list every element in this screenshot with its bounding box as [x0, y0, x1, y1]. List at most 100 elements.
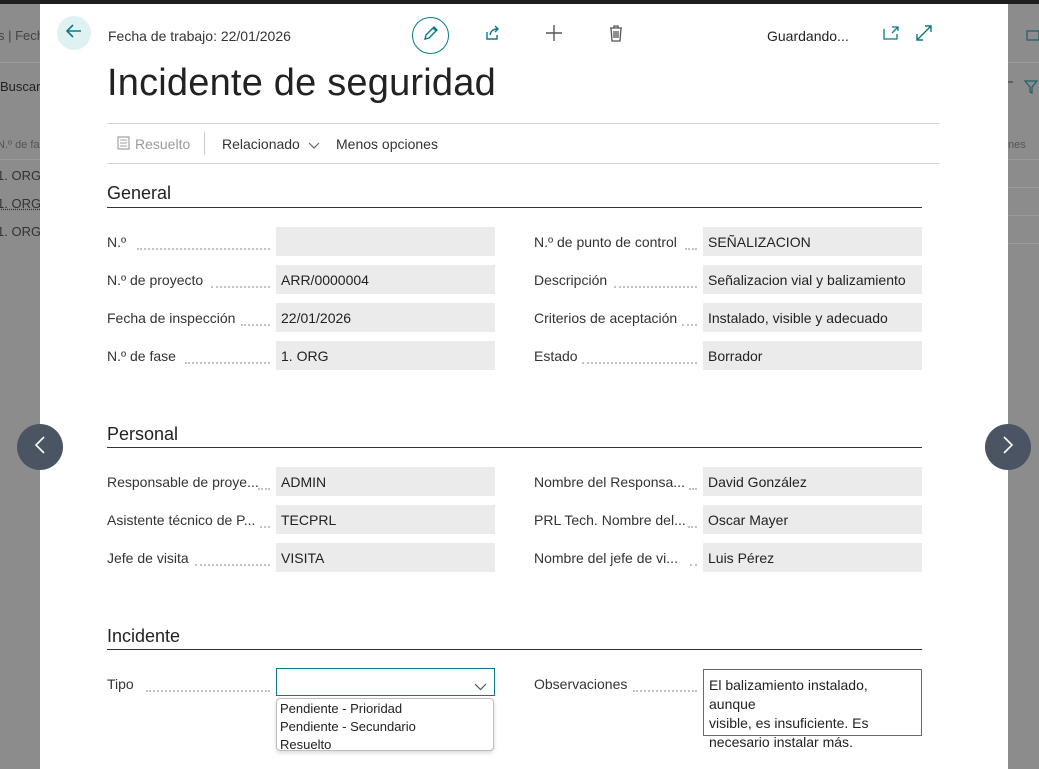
- label-leader-dots: [690, 550, 697, 566]
- background-fragment: Buscar: [0, 79, 40, 94]
- field-project-no[interactable]: ARR/0000004: [276, 265, 495, 294]
- arrow-left-icon: [65, 22, 83, 45]
- new-button[interactable]: [543, 24, 565, 46]
- background-page-right: nes: [1008, 4, 1039, 769]
- label-leader-dots: [260, 512, 270, 528]
- label-leader-dots: [137, 234, 270, 250]
- field-project-manager[interactable]: ADMIN: [276, 467, 495, 496]
- field-label-manager-name: Nombre del Responsa...: [534, 474, 685, 490]
- chevron-right-icon: [1002, 435, 1014, 460]
- open-new-window-button[interactable]: [880, 24, 902, 46]
- trash-icon: [608, 24, 624, 47]
- background-icon: [1008, 79, 1039, 100]
- related-label: Relacionado: [222, 136, 300, 152]
- page-title: Incidente de seguridad: [107, 62, 496, 104]
- label-leader-dots: [195, 550, 270, 566]
- field-description[interactable]: Señalizacion vial y balizamiento: [703, 265, 922, 294]
- back-button[interactable]: [57, 16, 91, 50]
- background-divider: [0, 159, 40, 160]
- observations-textarea[interactable]: El balizamiento instalado, aunque visibl…: [703, 669, 922, 750]
- field-label-project-no: N.º de proyecto: [107, 272, 204, 288]
- section-divider: [107, 649, 922, 650]
- label-leader-dots: [582, 348, 697, 364]
- document-icon: [117, 136, 130, 155]
- chevron-left-icon: [34, 435, 46, 460]
- type-select[interactable]: [276, 668, 495, 696]
- label-leader-dots: [614, 272, 697, 288]
- background-divider: [1008, 62, 1039, 63]
- field-label-visit-chief: Jefe de visita: [107, 550, 189, 566]
- field-prl-tech-name[interactable]: Oscar Mayer: [703, 505, 922, 534]
- chevron-down-icon: [308, 137, 320, 153]
- field-acceptance-criteria[interactable]: Instalado, visible y adecuado: [703, 303, 922, 332]
- background-fragment: 1. ORG: [0, 196, 40, 211]
- field-label-prl-tech-name: PRL Tech. Nombre del...: [534, 512, 686, 528]
- previous-record-button[interactable]: [17, 424, 63, 470]
- label-leader-dots: [241, 310, 270, 326]
- action-separator: [204, 132, 205, 155]
- label-leader-dots: [146, 676, 270, 692]
- field-visit-chief-name[interactable]: Luis Pérez: [703, 543, 922, 572]
- label-leader-dots: [258, 474, 270, 490]
- expand-button[interactable]: [913, 24, 935, 46]
- observations-line: visible, es insuficiente. Es: [709, 715, 869, 731]
- plus-icon: [545, 24, 563, 47]
- label-leader-dots: [682, 310, 697, 326]
- background-divider: [0, 62, 40, 63]
- field-label-visit-chief-name: Nombre del jefe de vi...: [534, 550, 678, 566]
- background-page-left: s | Fech Buscar N.º de fa 1. ORG 1. ORG …: [0, 4, 40, 769]
- field-inspection-date[interactable]: 22/01/2026: [276, 303, 495, 332]
- delete-button[interactable]: [605, 24, 627, 46]
- related-menu[interactable]: Relacionado: [222, 136, 320, 153]
- field-status[interactable]: Borrador: [703, 341, 922, 370]
- expand-icon: [915, 24, 933, 47]
- field-label-checkpoint-no: N.º de punto de control: [534, 234, 677, 250]
- field-manager-name[interactable]: David González: [703, 467, 922, 496]
- chevron-down-icon: [474, 678, 487, 696]
- background-divider: [1008, 187, 1039, 188]
- background-divider: [1008, 243, 1039, 244]
- section-title-general[interactable]: General: [107, 183, 171, 204]
- action-bar: Resuelto Relacionado Menos opciones: [107, 123, 940, 164]
- field-technical-assistant[interactable]: TECPRL: [276, 505, 495, 534]
- pencil-icon: [422, 24, 440, 47]
- type-option[interactable]: Pendiente - Prioridad: [277, 700, 493, 718]
- share-icon: [483, 24, 501, 47]
- field-label-observations: Observaciones: [534, 676, 628, 692]
- field-label-project-manager: Responsable de proye...: [107, 474, 259, 490]
- field-label-inspection-date: Fecha de inspección: [107, 310, 236, 326]
- field-label-type: Tipo: [107, 676, 134, 692]
- share-button[interactable]: [481, 24, 503, 46]
- section-title-personal[interactable]: Personal: [107, 424, 178, 445]
- type-option[interactable]: Resuelto: [277, 736, 493, 754]
- edit-button[interactable]: [412, 17, 449, 54]
- field-no[interactable]: [276, 227, 495, 256]
- field-visit-chief[interactable]: VISITA: [276, 543, 495, 572]
- field-label-description: Descripción: [534, 272, 608, 288]
- observations-line: necesario instalar más.: [709, 734, 853, 750]
- background-fragment: 1. ORG: [0, 168, 40, 183]
- label-leader-dots: [211, 272, 270, 288]
- background-fragment: s | Fech: [0, 28, 40, 43]
- type-option[interactable]: Pendiente - Secundario: [277, 718, 493, 736]
- field-label-acceptance-criteria: Criterios de aceptación: [534, 310, 678, 326]
- label-leader-dots: [633, 676, 697, 692]
- open-in-new-window-icon: [882, 25, 900, 46]
- label-leader-dots: [185, 348, 270, 364]
- resolved-action[interactable]: Resuelto: [135, 136, 190, 152]
- section-divider: [107, 447, 922, 448]
- background-fragment: 1. ORG: [0, 224, 40, 239]
- field-phase-no[interactable]: 1. ORG: [276, 341, 495, 370]
- label-leader-dots: [688, 512, 697, 528]
- background-icon: [1026, 28, 1039, 46]
- section-title-incident[interactable]: Incidente: [107, 626, 180, 647]
- less-options-action[interactable]: Menos opciones: [336, 136, 438, 152]
- background-fragment: nes: [1008, 139, 1026, 151]
- background-divider: [1008, 215, 1039, 216]
- next-record-button[interactable]: [985, 424, 1031, 470]
- field-label-no: N.º: [107, 234, 127, 250]
- field-label-status: Estado: [534, 348, 578, 364]
- card-dialog: Fecha de trabajo: 22/01/2026 Guardando..…: [40, 4, 1008, 769]
- saving-status: Guardando...: [767, 28, 849, 44]
- field-checkpoint-no[interactable]: SEÑALIZACION: [703, 227, 922, 256]
